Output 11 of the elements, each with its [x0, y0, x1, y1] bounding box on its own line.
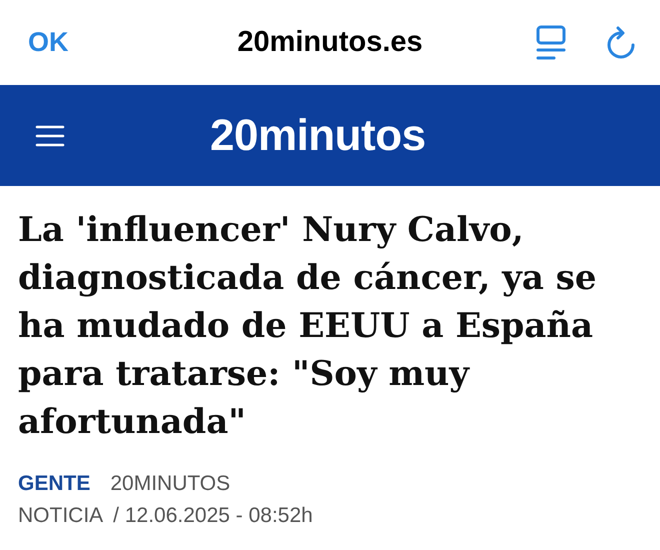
article-author: 20MINUTOS	[110, 472, 230, 496]
article-headline: La 'influencer' Nury Calvo, diagnosticada de cáncer, ya se ha mudado de EEUU a España para tratarse: "Soy muy afortunada"	[18, 209, 598, 444]
section-link[interactable]: GENTE	[18, 472, 90, 496]
article-type: NOTICIA	[18, 504, 104, 528]
menu-icon[interactable]	[35, 124, 65, 148]
reader-view-icon[interactable]	[536, 24, 566, 60]
site-domain: 20minutos.es	[237, 26, 423, 59]
article-date: / 12.06.2025 - 08:52h	[113, 504, 313, 528]
done-button[interactable]: OK	[28, 27, 68, 58]
reload-icon[interactable]	[606, 26, 636, 60]
site-logo[interactable]: 20minutos	[210, 110, 426, 160]
